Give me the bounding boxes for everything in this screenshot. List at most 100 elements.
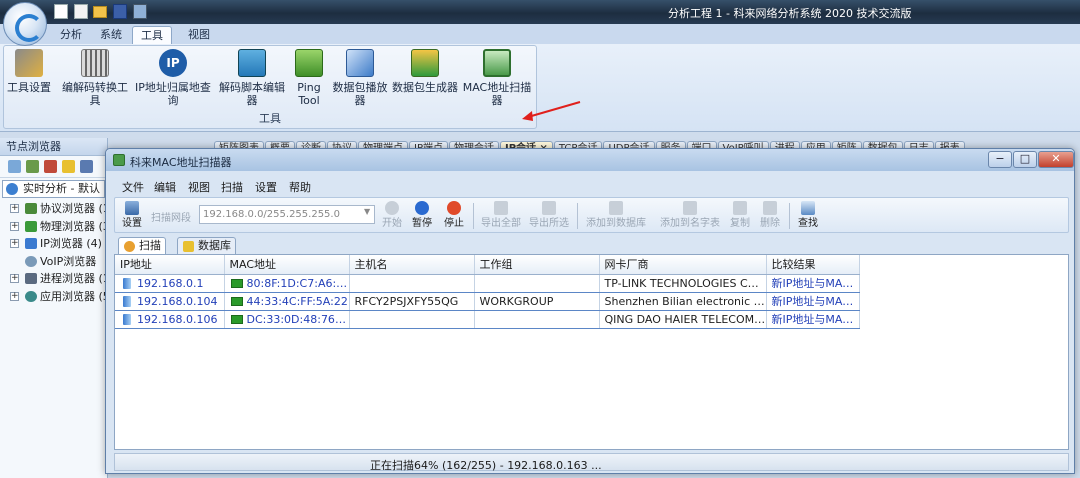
button-label: 数据包生成器 <box>392 81 458 94</box>
window-title: 分析工程 1 - 科来网络分析系统 2020 技术交流版 <box>668 7 912 20</box>
column-header-workgroup[interactable]: 工作组 <box>474 255 600 275</box>
table-row[interactable]: 192.168.0.1 80:8F:1D:C7:A6:07 TP-LINK TE… <box>115 274 860 293</box>
tree-item-protocol[interactable]: + 协议浏览器 (1 <box>0 200 107 218</box>
pause-button[interactable]: 暂停 <box>409 200 435 230</box>
tool-settings-button[interactable]: 工具设置 <box>7 49 51 94</box>
start-label: 开始 <box>382 218 402 229</box>
network-card-icon <box>230 314 243 324</box>
analysis-selector[interactable]: 实时分析 - 默认 <box>2 180 105 198</box>
tree-item-process[interactable]: + 进程浏览器 (1 <box>0 270 107 288</box>
tree-item-app[interactable]: + 应用浏览器 (5 <box>0 288 107 306</box>
export-selected-button[interactable]: 导出所选 <box>527 200 571 230</box>
expand-icon[interactable]: + <box>10 204 19 213</box>
delete-icon <box>763 201 777 215</box>
codec-converter-button[interactable]: 编解码转换工具 <box>57 49 133 107</box>
new-file-icon[interactable] <box>54 4 68 19</box>
expand-icon[interactable]: + <box>10 291 19 301</box>
tab-scan[interactable]: 扫描 <box>118 237 166 255</box>
vendor-cell: TP-LINK TECHNOLOGIES CO.,... <box>599 274 767 293</box>
ribbon-body: 工具设置 编解码转换工具 IP IP地址归属地查询 解码脚本编辑器 Ping T… <box>0 44 1080 132</box>
hostname-cell <box>349 310 475 329</box>
tree-item-ip[interactable]: + IP浏览器 (4) <box>0 235 107 253</box>
node-settings-icon[interactable] <box>80 160 93 173</box>
add-to-name-table-button[interactable]: 添加到名字表 <box>653 200 727 230</box>
scan-results-table: IP地址 MAC地址 主机名 工作组 网卡厂商 比较结果 192.168.0.1… <box>114 254 1069 450</box>
close-button[interactable]: ✕ <box>1038 151 1074 168</box>
ribbon-tab-bar: 分析 系统 工具 视图 <box>0 24 1080 44</box>
maximize-button[interactable]: □ <box>1013 151 1037 168</box>
warning-icon[interactable] <box>62 160 75 173</box>
delete-label: 删除 <box>760 218 780 229</box>
column-header-hostname[interactable]: 主机名 <box>349 255 475 275</box>
column-header-vendor[interactable]: 网卡厂商 <box>599 255 767 275</box>
menu-scan[interactable]: 扫描 <box>221 179 243 195</box>
decode-script-editor-button[interactable]: 解码脚本编辑器 <box>214 49 290 107</box>
table-row[interactable]: 192.168.0.104 44:33:4C:FF:5A:22 RFCY2PSJ… <box>115 292 860 311</box>
chevron-down-icon[interactable]: ▼ <box>364 207 370 216</box>
network-card-icon <box>230 278 243 288</box>
protocol-browser-icon <box>25 203 37 214</box>
column-header-result[interactable]: 比较结果 <box>766 255 860 275</box>
layout-icon[interactable] <box>8 160 21 173</box>
column-header-mac[interactable]: MAC地址 <box>224 255 350 275</box>
hostname-cell <box>349 274 475 293</box>
tree-item-label: IP浏览器 (4) <box>40 237 102 250</box>
button-label-line2: Tool <box>298 94 320 107</box>
app-menu-orb-icon[interactable] <box>3 2 47 46</box>
expand-icon[interactable]: + <box>10 239 19 248</box>
vendor-cell: Shenzhen Bilian electronic CO.,... <box>599 292 767 311</box>
mac-value: 80:8F:1D:C7:A6:07 <box>246 276 349 290</box>
pause-icon <box>415 201 429 215</box>
menu-settings[interactable]: 设置 <box>255 179 277 195</box>
packet-generator-button[interactable]: 数据包生成器 <box>392 49 458 94</box>
screenshot-icon[interactable] <box>133 4 147 19</box>
button-label-line1: Ping <box>297 81 321 94</box>
codec-converter-icon <box>81 49 109 77</box>
menu-view[interactable]: 视图 <box>188 179 210 195</box>
open-file-icon[interactable] <box>74 4 88 19</box>
tab-tools[interactable]: 工具 <box>132 26 172 44</box>
add-to-database-label: 添加到数据库 <box>586 218 646 229</box>
stop-button[interactable]: 停止 <box>441 200 467 230</box>
tab-view[interactable]: 视图 <box>180 26 218 44</box>
copy-button[interactable]: 复制 <box>727 200 753 230</box>
delete-button[interactable]: 删除 <box>757 200 783 230</box>
add-to-database-button[interactable]: 添加到数据库 <box>583 200 649 230</box>
settings-button[interactable]: 设置 <box>119 200 145 230</box>
host-icon <box>123 313 131 325</box>
ip-lookup-button[interactable]: IP IP地址归属地查询 <box>132 49 214 107</box>
mac-scanner-dialog: 科来MAC地址扫描器 − □ ✕ 文件 编辑 视图 扫描 设置 帮助 设置 扫描… <box>105 148 1075 474</box>
export-all-button[interactable]: 导出全部 <box>479 200 523 230</box>
tree-item-voip[interactable]: VoIP浏览器 <box>0 253 107 271</box>
column-header-ip[interactable]: IP地址 <box>115 255 225 275</box>
add-to-name-table-label: 添加到名字表 <box>660 218 720 229</box>
dialog-title-bar[interactable]: 科来MAC地址扫描器 − □ ✕ <box>106 149 1074 171</box>
menu-edit[interactable]: 编辑 <box>154 179 176 195</box>
folder-icon[interactable] <box>93 6 107 18</box>
save-icon[interactable] <box>113 4 127 19</box>
expand-icon[interactable]: + <box>10 274 19 283</box>
ip-cell: 192.168.0.106 <box>115 310 225 329</box>
find-label: 查找 <box>798 218 818 229</box>
add-database-icon <box>609 201 623 215</box>
menu-file[interactable]: 文件 <box>122 179 144 195</box>
start-button[interactable]: 开始 <box>379 200 405 230</box>
expand-icon[interactable]: + <box>10 221 19 231</box>
tab-scan-label: 扫描 <box>139 239 161 252</box>
table-row[interactable]: 192.168.0.106 DC:33:0D:48:76:C5 QING DAO… <box>115 310 860 329</box>
scan-range-input[interactable] <box>199 205 375 224</box>
find-button[interactable]: 查找 <box>795 200 821 230</box>
ping-tool-button[interactable]: Ping Tool <box>292 49 326 107</box>
tab-system[interactable]: 系统 <box>92 26 130 44</box>
tab-database[interactable]: 数据库 <box>177 237 236 254</box>
tab-analysis[interactable]: 分析 <box>52 26 90 44</box>
minimize-button[interactable]: − <box>988 151 1012 168</box>
tree-item-physical[interactable]: + 物理浏览器 (3 <box>0 218 107 236</box>
node-alert-icon[interactable] <box>44 160 57 173</box>
button-label: 工具设置 <box>7 81 51 94</box>
filter-icon[interactable] <box>26 160 39 173</box>
analysis-selector-value: 实时分析 - 默认 <box>23 182 100 195</box>
physical-browser-icon <box>25 220 37 232</box>
menu-help[interactable]: 帮助 <box>289 179 311 195</box>
packet-player-button[interactable]: 数据包播放器 <box>328 49 392 107</box>
